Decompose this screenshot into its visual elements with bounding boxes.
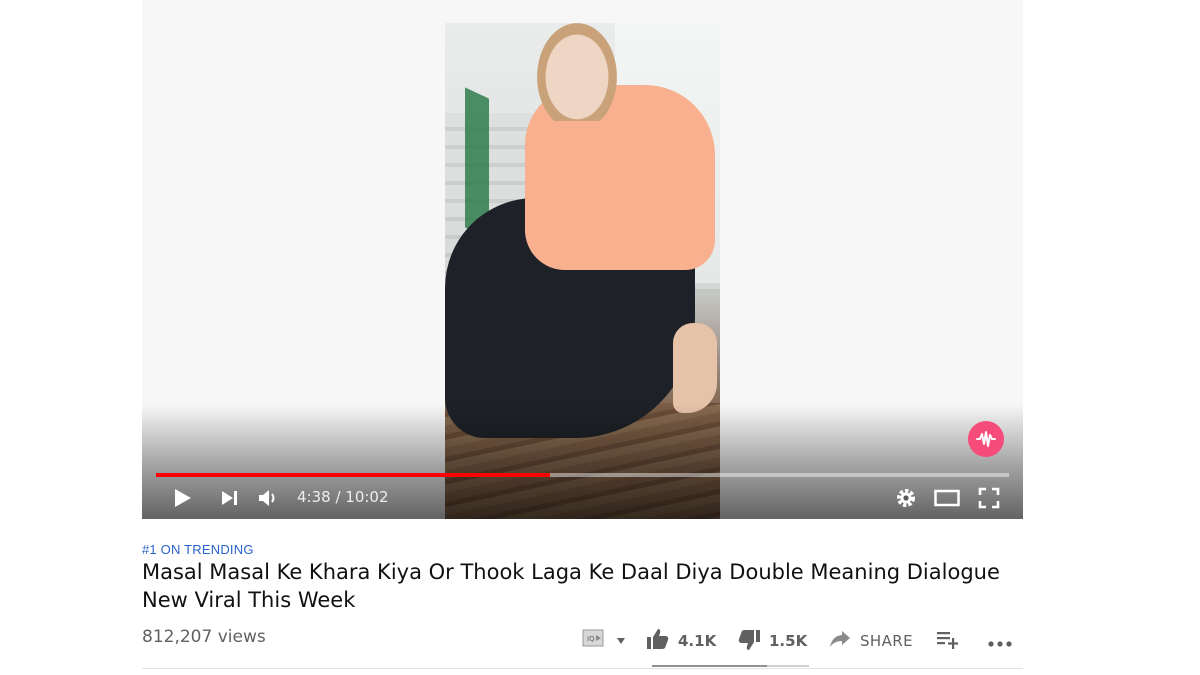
next-icon[interactable] — [221, 490, 239, 511]
svg-text:IQ: IQ — [587, 635, 595, 643]
time-separator: / — [330, 488, 346, 506]
volume-icon[interactable] — [258, 488, 280, 513]
dislike-count: 1.5K — [769, 632, 808, 650]
sentiment-bar — [652, 665, 809, 667]
settings-icon[interactable] — [895, 487, 917, 514]
theater-mode-icon[interactable] — [934, 489, 960, 512]
share-button[interactable]: SHARE — [860, 632, 913, 650]
duration: 10:02 — [345, 488, 389, 506]
thumbs-up-icon[interactable] — [646, 627, 670, 657]
transcript-icon[interactable]: IQ — [582, 627, 606, 657]
person-figure — [673, 323, 717, 413]
sentiment-likes — [652, 665, 767, 667]
video-player[interactable]: 4:38 / 10:02 — [142, 0, 1023, 519]
divider — [142, 668, 1023, 669]
play-icon[interactable] — [174, 488, 192, 513]
musically-logo-icon — [968, 421, 1004, 457]
add-to-playlist-icon[interactable] — [936, 630, 960, 660]
share-arrow-icon[interactable] — [829, 629, 851, 659]
thumbs-down-icon[interactable] — [737, 628, 761, 658]
fullscreen-icon[interactable] — [978, 487, 1000, 514]
more-options-icon[interactable] — [988, 635, 1012, 665]
dropdown-arrow-icon[interactable] — [616, 632, 626, 662]
like-count: 4.1K — [678, 632, 717, 650]
person-figure — [537, 23, 617, 121]
progress-bar[interactable] — [156, 473, 1009, 477]
view-count: 812,207 views — [142, 627, 266, 647]
time-display: 4:38 / 10:02 — [297, 488, 389, 506]
current-time: 4:38 — [297, 488, 331, 506]
trending-badge[interactable]: #1 ON TRENDING — [142, 542, 254, 557]
video-title: Masal Masal Ke Khara Kiya Or Thook Laga … — [142, 560, 1000, 612]
progress-played — [156, 473, 551, 477]
